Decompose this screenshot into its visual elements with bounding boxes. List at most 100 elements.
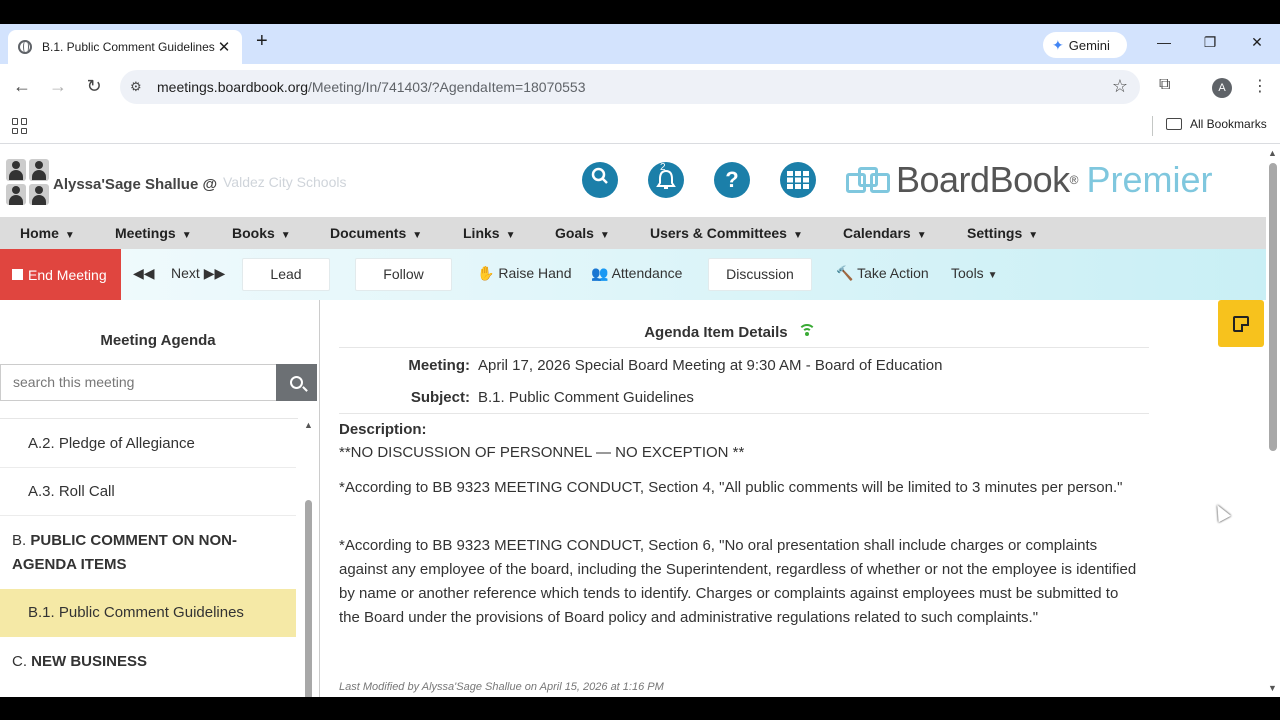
address-bar-row: ← → ↻ ⚙ meetings.boardbook.org/Meeting/I… bbox=[0, 64, 1280, 110]
agenda-title: Meeting Agenda bbox=[100, 332, 216, 349]
agenda-search-input[interactable]: search this meeting bbox=[0, 364, 276, 401]
url-host: meetings.boardbook.org bbox=[157, 79, 308, 95]
scroll-thumb[interactable] bbox=[305, 500, 312, 700]
section-title: NEW BUSINESS bbox=[31, 653, 148, 670]
rewind-icon: ◀◀ bbox=[133, 265, 155, 281]
tools-dropdown[interactable]: Tools ▼ bbox=[951, 265, 997, 281]
nav-links-label: Links bbox=[463, 225, 500, 241]
back-icon[interactable]: ← bbox=[11, 76, 33, 97]
caret-down-icon: ▼ bbox=[280, 230, 291, 241]
stop-icon bbox=[12, 269, 23, 280]
caret-down-icon: ▼ bbox=[1028, 230, 1039, 241]
divider bbox=[339, 413, 1149, 414]
next-button[interactable]: Next ▶▶ bbox=[171, 265, 225, 282]
users-icon: 👥 bbox=[591, 265, 609, 281]
help-button[interactable]: ? bbox=[714, 162, 750, 198]
apps-grid-icon[interactable] bbox=[12, 118, 28, 134]
nav-meetings[interactable]: Meetings ▼ bbox=[115, 225, 192, 241]
raise-hand-button[interactable]: ✋ Raise Hand bbox=[477, 265, 571, 282]
nav-documents[interactable]: Documents ▼ bbox=[330, 225, 422, 241]
gemini-button[interactable]: ✦ Gemini bbox=[1043, 32, 1127, 58]
user-name: Alyssa'Sage Shallue @ bbox=[53, 176, 218, 193]
notifications-button[interactable] bbox=[648, 162, 684, 198]
restore-button[interactable]: ❐ bbox=[1200, 34, 1220, 51]
subject-value: B.1. Public Comment Guidelines bbox=[478, 389, 694, 406]
close-window-button[interactable]: ✕ bbox=[1247, 34, 1267, 51]
nav-settings-label: Settings bbox=[967, 225, 1023, 241]
raise-hand-label: Raise Hand bbox=[498, 265, 572, 281]
divider bbox=[0, 467, 296, 468]
url-path: /Meeting/In/741403/?AgendaItem=18070553 bbox=[308, 79, 586, 95]
search-icon bbox=[290, 376, 303, 389]
agenda-item-details: Agenda Item Details Meeting: April 17, 2… bbox=[321, 300, 1266, 697]
scroll-down-icon[interactable]: ▼ bbox=[1268, 683, 1277, 693]
gavel-icon: 🔨 bbox=[836, 265, 854, 281]
scroll-up-icon[interactable]: ▲ bbox=[1268, 148, 1277, 158]
reload-icon[interactable]: ↻ bbox=[83, 76, 105, 97]
agenda-item[interactable]: A.2. Pledge of Allegiance bbox=[0, 427, 296, 461]
page-scrollbar[interactable]: ▲ ▼ bbox=[1266, 145, 1280, 697]
end-meeting-label: End Meeting bbox=[28, 266, 107, 283]
nav-settings[interactable]: Settings ▼ bbox=[967, 225, 1038, 241]
meeting-toolbar: End Meeting ◀◀ Next ▶▶ Lead Follow ✋ Rai… bbox=[0, 249, 1266, 300]
nav-meetings-label: Meetings bbox=[115, 225, 176, 241]
logo-premier: Premier bbox=[1086, 159, 1213, 200]
nav-calendars-label: Calendars bbox=[843, 225, 911, 241]
agenda-section[interactable]: B. PUBLIC COMMENT ON NON-AGENDA ITEMS bbox=[0, 529, 296, 577]
browser-tab[interactable]: B.1. Public Comment Guidelines ✕ bbox=[8, 30, 242, 64]
scroll-up-icon[interactable]: ▲ bbox=[304, 420, 313, 430]
next-label: Next bbox=[171, 265, 200, 281]
wifi-icon bbox=[797, 324, 816, 336]
tab-close-icon[interactable]: ✕ bbox=[216, 38, 232, 56]
section-title: PUBLIC COMMENT ON NON-AGENDA ITEMS bbox=[12, 532, 238, 573]
nav-books[interactable]: Books ▼ bbox=[232, 225, 291, 241]
search-button[interactable] bbox=[582, 162, 618, 198]
main-nav: Home ▼ Meetings ▼ Books ▼ Documents ▼ Links ▼… bbox=[0, 217, 1266, 249]
minimize-button[interactable]: — bbox=[1154, 34, 1174, 50]
caret-down-icon: ▼ bbox=[599, 230, 610, 241]
sticky-note-button[interactable] bbox=[1218, 300, 1264, 347]
omnibox[interactable]: ⚙ meetings.boardbook.org/Meeting/In/7414… bbox=[120, 70, 1140, 104]
nav-links[interactable]: Links ▼ bbox=[463, 225, 515, 241]
agenda-item-active[interactable]: B.1. Public Comment Guidelines bbox=[0, 589, 296, 637]
site-settings-icon[interactable]: ⚙ bbox=[130, 79, 142, 95]
meeting-value: April 17, 2026 Special Board Meeting at … bbox=[478, 357, 943, 374]
follow-button[interactable]: Follow bbox=[355, 258, 452, 291]
attendance-button[interactable]: 👥 Attendance bbox=[591, 265, 682, 282]
globe-icon bbox=[18, 40, 32, 54]
lead-button[interactable]: Lead bbox=[242, 258, 330, 291]
letterbox-top bbox=[0, 0, 1280, 24]
caret-down-icon: ▼ bbox=[792, 230, 803, 241]
district-name: Valdez City Schools bbox=[223, 174, 347, 190]
end-meeting-button[interactable]: End Meeting bbox=[0, 249, 121, 300]
scroll-thumb[interactable] bbox=[1269, 163, 1277, 451]
bookmark-star-icon[interactable]: ☆ bbox=[1112, 76, 1128, 97]
nav-goals[interactable]: Goals ▼ bbox=[555, 225, 610, 241]
nav-users-committees[interactable]: Users & Committees ▼ bbox=[650, 225, 803, 241]
user-avatar[interactable] bbox=[6, 159, 50, 205]
agenda-item[interactable]: A.3. Roll Call bbox=[0, 475, 296, 509]
new-tab-button[interactable]: + bbox=[256, 30, 268, 53]
kebab-menu-icon[interactable]: ⋮ bbox=[1252, 76, 1268, 96]
take-action-label: Take Action bbox=[857, 265, 929, 281]
all-bookmarks-button[interactable]: All Bookmarks bbox=[1166, 117, 1267, 131]
nav-home[interactable]: Home ▼ bbox=[20, 225, 75, 241]
caret-down-icon: ▼ bbox=[987, 270, 998, 281]
nav-goals-label: Goals bbox=[555, 225, 594, 241]
url-text[interactable]: meetings.boardbook.org/Meeting/In/741403… bbox=[157, 79, 586, 95]
agenda-scrollbar[interactable]: ▲ bbox=[302, 418, 316, 700]
take-action-button[interactable]: 🔨 Take Action bbox=[836, 265, 929, 282]
discussion-button[interactable]: Discussion bbox=[708, 258, 812, 291]
previous-button[interactable]: ◀◀ bbox=[133, 265, 155, 282]
apps-button[interactable] bbox=[780, 162, 816, 198]
hand-icon: ✋ bbox=[477, 265, 495, 281]
side-panel-icon[interactable]: ⧉ bbox=[1159, 76, 1170, 94]
grid-icon bbox=[787, 171, 809, 189]
forward-icon[interactable]: → bbox=[47, 76, 69, 97]
profile-avatar[interactable]: A bbox=[1212, 78, 1232, 98]
nav-calendars[interactable]: Calendars ▼ bbox=[843, 225, 927, 241]
boardbook-logo[interactable]: BoardBook ® Premier bbox=[846, 159, 1213, 200]
screen: B.1. Public Comment Guidelines ✕ + ✦ Gem… bbox=[0, 0, 1280, 720]
agenda-section[interactable]: C. NEW BUSINESS bbox=[0, 650, 296, 674]
agenda-search-button[interactable] bbox=[276, 364, 317, 401]
